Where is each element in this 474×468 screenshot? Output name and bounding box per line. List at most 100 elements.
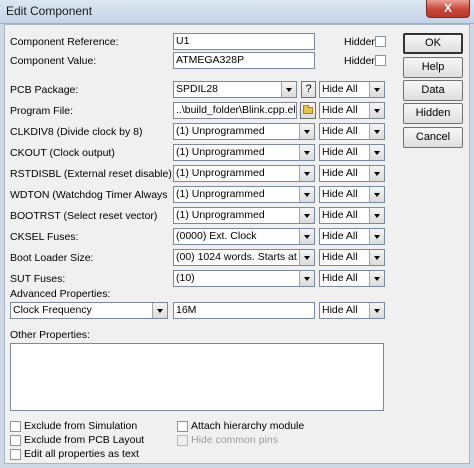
bootrst-visibility-value: Hide All bbox=[322, 209, 358, 221]
ckout-label: CKOUT (Clock output) bbox=[10, 147, 115, 159]
chevron-down-icon[interactable] bbox=[369, 250, 384, 265]
exclude-pcb-checkbox[interactable] bbox=[10, 435, 21, 446]
chevron-down-icon[interactable] bbox=[369, 124, 384, 139]
chevron-down-icon[interactable] bbox=[369, 166, 384, 181]
clkdiv8-visibility-value: Hide All bbox=[322, 125, 358, 137]
advanced-property-name: Clock Frequency bbox=[13, 304, 92, 316]
pcb-package-visibility-combo[interactable]: Hide All bbox=[319, 81, 385, 98]
chevron-down-icon[interactable] bbox=[299, 271, 314, 286]
wdton-value: (1) Unprogrammed bbox=[176, 188, 265, 200]
wdton-visibility-value: Hide All bbox=[322, 188, 358, 200]
edit-all-checkbox[interactable] bbox=[10, 449, 21, 460]
advanced-visibility-value: Hide All bbox=[322, 304, 358, 316]
chevron-down-icon[interactable] bbox=[369, 82, 384, 97]
sut-label: SUT Fuses: bbox=[10, 273, 66, 285]
dialog-body: Component Reference: U1 Hidden: Componen… bbox=[4, 24, 470, 464]
rstdisbl-label: RSTDISBL (External reset disable) bbox=[10, 168, 172, 180]
data-button[interactable]: Data bbox=[403, 80, 463, 101]
chevron-down-icon[interactable] bbox=[299, 145, 314, 160]
boot-loader-label: Boot Loader Size: bbox=[10, 252, 94, 264]
ckout-value: (1) Unprogrammed bbox=[176, 146, 265, 158]
chevron-down-icon[interactable] bbox=[299, 208, 314, 223]
cksel-visibility-combo[interactable]: Hide All bbox=[319, 228, 385, 245]
clkdiv8-visibility-combo[interactable]: Hide All bbox=[319, 123, 385, 140]
chevron-down-icon[interactable] bbox=[299, 187, 314, 202]
pcb-package-visibility-value: Hide All bbox=[322, 83, 358, 95]
chevron-down-icon[interactable] bbox=[281, 82, 296, 97]
component-value-input[interactable]: ATMEGA328P bbox=[173, 52, 315, 69]
sut-value: (10) bbox=[176, 272, 195, 284]
wdton-visibility-combo[interactable]: Hide All bbox=[319, 186, 385, 203]
title-bar: Edit Component X bbox=[0, 0, 474, 24]
bootrst-value: (1) Unprogrammed bbox=[176, 209, 265, 221]
browse-folder-button[interactable] bbox=[300, 102, 316, 119]
cksel-label: CKSEL Fuses: bbox=[10, 231, 79, 243]
program-file-label: Program File: bbox=[10, 105, 74, 117]
clkdiv8-value: (1) Unprogrammed bbox=[176, 125, 265, 137]
cksel-combo[interactable]: (0000) Ext. Clock bbox=[173, 228, 315, 245]
pcb-package-value: SPDIL28 bbox=[176, 83, 219, 95]
hidden-pins-button[interactable]: Hidden Pins bbox=[403, 103, 463, 138]
rstdisbl-visibility-value: Hide All bbox=[322, 167, 358, 179]
program-file-visibility-combo[interactable]: Hide All bbox=[319, 102, 385, 119]
bootrst-visibility-combo[interactable]: Hide All bbox=[319, 207, 385, 224]
chevron-down-icon[interactable] bbox=[299, 229, 314, 244]
sut-visibility-combo[interactable]: Hide All bbox=[319, 270, 385, 287]
component-reference-label: Component Reference: bbox=[10, 36, 119, 48]
chevron-down-icon[interactable] bbox=[369, 103, 384, 118]
chevron-down-icon[interactable] bbox=[299, 250, 314, 265]
advanced-visibility-combo[interactable]: Hide All bbox=[319, 302, 385, 319]
component-value-label: Component Value: bbox=[10, 55, 97, 67]
edit-all-label: Edit all properties as text bbox=[24, 448, 139, 460]
cksel-visibility-value: Hide All bbox=[322, 230, 358, 242]
chevron-down-icon[interactable] bbox=[369, 303, 384, 318]
chevron-down-icon[interactable] bbox=[369, 208, 384, 223]
program-file-input[interactable]: ..\build_folder\Blink.cpp.elf bbox=[173, 102, 297, 119]
sut-combo[interactable]: (10) bbox=[173, 270, 315, 287]
rstdisbl-combo[interactable]: (1) Unprogrammed bbox=[173, 165, 315, 182]
boot-loader-combo[interactable]: (00) 1024 words. Starts at 0x1C00 bbox=[173, 249, 315, 266]
ckout-visibility-value: Hide All bbox=[322, 146, 358, 158]
chevron-down-icon[interactable] bbox=[369, 145, 384, 160]
value-hidden-checkbox[interactable] bbox=[375, 55, 386, 66]
sut-visibility-value: Hide All bbox=[322, 272, 358, 284]
cksel-value: (0000) Ext. Clock bbox=[176, 230, 257, 242]
other-properties-label: Other Properties: bbox=[10, 329, 90, 341]
clkdiv8-combo[interactable]: (1) Unprogrammed bbox=[173, 123, 315, 140]
ok-button[interactable]: OK bbox=[403, 33, 463, 54]
chevron-down-icon[interactable] bbox=[369, 187, 384, 202]
attach-hierarchy-checkbox[interactable] bbox=[177, 421, 188, 432]
rstdisbl-visibility-combo[interactable]: Hide All bbox=[319, 165, 385, 182]
exclude-pcb-label: Exclude from PCB Layout bbox=[24, 434, 145, 446]
pcb-package-help-button[interactable]: ? bbox=[301, 81, 316, 98]
bootrst-label: BOOTRST (Select reset vector) bbox=[10, 210, 158, 222]
help-button[interactable]: Help bbox=[403, 57, 463, 78]
wdton-label: WDTON (Watchdog Timer Always On) bbox=[10, 189, 170, 201]
advanced-property-value-input[interactable]: 16M bbox=[173, 302, 315, 319]
chevron-down-icon[interactable] bbox=[369, 229, 384, 244]
reference-hidden-checkbox[interactable] bbox=[375, 36, 386, 47]
pcb-package-label: PCB Package: bbox=[10, 84, 79, 96]
hide-common-pins-checkbox bbox=[177, 435, 188, 446]
wdton-combo[interactable]: (1) Unprogrammed bbox=[173, 186, 315, 203]
advanced-property-combo[interactable]: Clock Frequency bbox=[10, 302, 168, 319]
chevron-down-icon[interactable] bbox=[369, 271, 384, 286]
boot-loader-visibility-combo[interactable]: Hide All bbox=[319, 249, 385, 266]
close-button[interactable]: X bbox=[426, 0, 470, 18]
exclude-simulation-checkbox[interactable] bbox=[10, 421, 21, 432]
chevron-down-icon[interactable] bbox=[152, 303, 167, 318]
ckout-combo[interactable]: (1) Unprogrammed bbox=[173, 144, 315, 161]
clkdiv8-label: CLKDIV8 (Divide clock by 8) bbox=[10, 126, 143, 138]
ckout-visibility-combo[interactable]: Hide All bbox=[319, 144, 385, 161]
bootrst-combo[interactable]: (1) Unprogrammed bbox=[173, 207, 315, 224]
attach-hierarchy-label: Attach hierarchy module bbox=[191, 420, 305, 432]
pcb-package-combo[interactable]: SPDIL28 bbox=[173, 81, 297, 98]
chevron-down-icon[interactable] bbox=[299, 166, 314, 181]
other-properties-textarea[interactable] bbox=[10, 343, 384, 411]
exclude-simulation-label: Exclude from Simulation bbox=[24, 420, 138, 432]
component-reference-input[interactable]: U1 bbox=[173, 33, 315, 50]
boot-loader-value: (00) 1024 words. Starts at 0x1C00 bbox=[176, 251, 298, 263]
advanced-properties-label: Advanced Properties: bbox=[10, 288, 111, 300]
chevron-down-icon[interactable] bbox=[299, 124, 314, 139]
cancel-button[interactable]: Cancel bbox=[403, 127, 463, 148]
